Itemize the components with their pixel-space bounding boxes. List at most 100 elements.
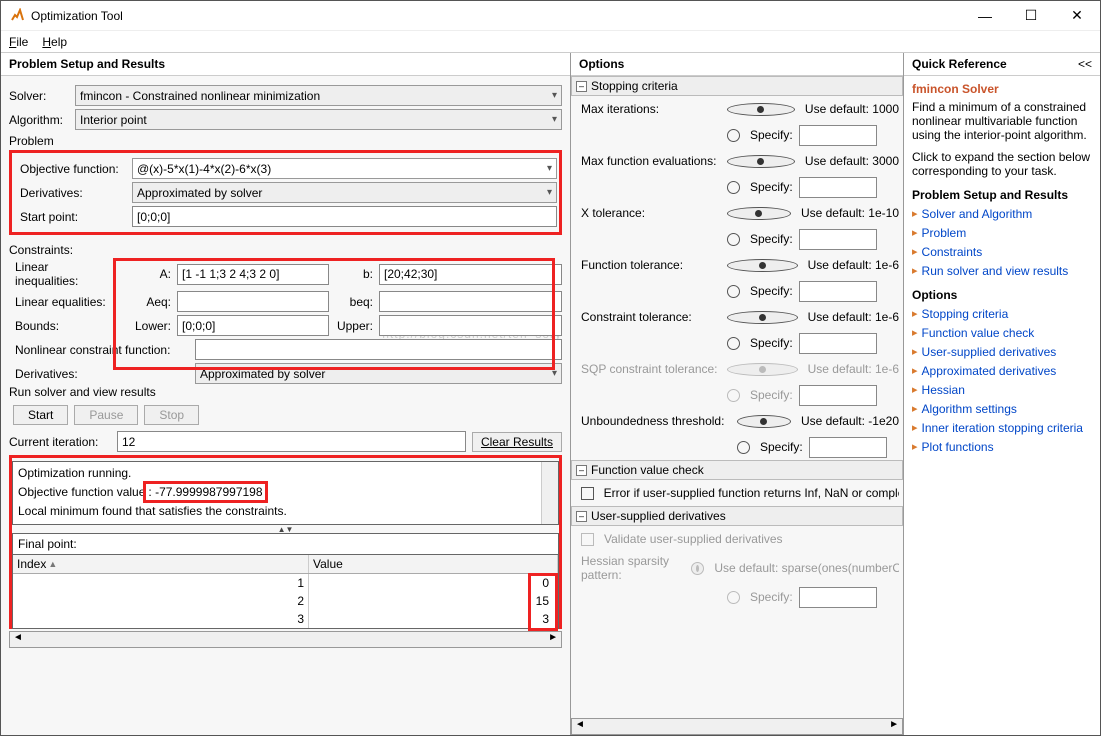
highlight-objective-value: : -77.9999987997198	[143, 481, 267, 503]
qr-expand-hint: Click to expand the section below corres…	[912, 150, 1092, 178]
xtol-specify-radio[interactable]	[727, 233, 740, 246]
qr-link[interactable]: User-supplied derivatives	[912, 345, 1092, 359]
lineq-label: Linear equalities:	[9, 295, 109, 309]
nlcon-label: Nonlinear constraint function:	[9, 343, 189, 357]
ctol-default-radio[interactable]	[727, 311, 798, 324]
log-line: Local minimum found that satisfies the c…	[18, 503, 553, 519]
algorithm-label: Algorithm:	[9, 113, 69, 127]
ftol-specify-radio[interactable]	[727, 285, 740, 298]
startpoint-input[interactable]	[132, 206, 557, 227]
ftol-default-radio[interactable]	[727, 259, 798, 272]
th-index[interactable]: Index▲	[13, 555, 309, 573]
usd-checkbox	[581, 533, 594, 546]
menu-bar: File Help	[1, 31, 1100, 53]
collapse-button[interactable]: <<	[1078, 57, 1092, 71]
options-panel: Options –Stopping criteria Max iteration…	[571, 53, 904, 735]
fvc-checkbox[interactable]	[581, 487, 594, 500]
qr-h2: Options	[912, 288, 1092, 302]
qr-link[interactable]: Stopping criteria	[912, 307, 1092, 321]
title-bar: Optimization Tool — ☐ ✕	[1, 1, 1100, 31]
menu-file[interactable]: File	[9, 35, 28, 49]
beq-label: beq:	[335, 295, 373, 309]
options-header: Options	[571, 53, 903, 76]
xtol-label: X tolerance:	[581, 206, 721, 220]
qr-link[interactable]: Constraints	[912, 245, 1092, 259]
upper-input[interactable]	[379, 315, 562, 336]
maxfun-specify-radio[interactable]	[727, 181, 740, 194]
options-scrollbar-h[interactable]	[571, 718, 903, 735]
qr-link[interactable]: Approximated derivatives	[912, 364, 1092, 378]
clear-results-button[interactable]: Clear Results	[472, 432, 562, 452]
maxfun-label: Max function evaluations:	[581, 154, 721, 168]
derivatives-label: Derivatives:	[14, 186, 126, 200]
section-fvc[interactable]: –Function value check	[571, 460, 903, 480]
unb-specify-input[interactable]	[809, 437, 887, 458]
maxiter-label: Max iterations:	[581, 102, 721, 116]
qr-link[interactable]: Plot functions	[912, 440, 1092, 454]
hess-specify-radio	[727, 591, 740, 604]
maxiter-specify-input[interactable]	[799, 125, 877, 146]
minimize-button[interactable]: —	[962, 1, 1008, 31]
close-button[interactable]: ✕	[1054, 1, 1100, 31]
qr-h1: Problem Setup and Results	[912, 188, 1092, 202]
run-section-label: Run solver and view results	[9, 385, 562, 399]
unb-specify-radio[interactable]	[737, 441, 750, 454]
xtol-specify-input[interactable]	[799, 229, 877, 250]
qr-link[interactable]: Inner iteration stopping criteria	[912, 421, 1092, 435]
section-stopping[interactable]: –Stopping criteria	[571, 76, 903, 96]
qr-link[interactable]: Hessian	[912, 383, 1092, 397]
ctol-specify-input[interactable]	[799, 333, 877, 354]
splitter-handle[interactable]: ▲▼	[12, 525, 559, 533]
unb-default-radio[interactable]	[737, 415, 791, 428]
lower-input[interactable]	[177, 315, 329, 336]
log-line: Objective function value: -77.9999987997…	[18, 481, 553, 503]
derivatives-select[interactable]: Approximated by solver	[132, 182, 557, 203]
solver-log: Optimization running. Objective function…	[12, 461, 559, 525]
solver-select[interactable]: fmincon - Constrained nonlinear minimiza…	[75, 85, 562, 106]
stop-button[interactable]: Stop	[144, 405, 199, 425]
th-value[interactable]: Value	[309, 555, 558, 573]
derivatives2-label: Derivatives:	[9, 367, 189, 381]
highlight-problem: Objective function: @(x)-5*x(1)-4*x(2)-6…	[9, 150, 562, 235]
highlight-values	[528, 573, 558, 631]
log-scrollbar[interactable]	[541, 462, 558, 524]
table-row: 33	[13, 610, 558, 628]
menu-help[interactable]: Help	[42, 35, 67, 49]
b-input[interactable]	[379, 264, 562, 285]
A-input[interactable]	[177, 264, 329, 285]
sqp-specify-radio	[727, 389, 740, 402]
qr-link[interactable]: Run solver and view results	[912, 264, 1092, 278]
Aeq-input[interactable]	[177, 291, 329, 312]
derivatives2-select[interactable]: Approximated by solver	[195, 363, 562, 384]
objective-input[interactable]: @(x)-5*x(1)-4*x(2)-6*x(3)	[132, 158, 557, 179]
maxfun-specify-input[interactable]	[799, 177, 877, 198]
ftol-specify-input[interactable]	[799, 281, 877, 302]
qr-link[interactable]: Function value check	[912, 326, 1092, 340]
sqp-default-radio	[727, 363, 798, 376]
ftol-label: Function tolerance:	[581, 258, 721, 272]
maxiter-specify-radio[interactable]	[727, 129, 740, 142]
qr-link[interactable]: Solver and Algorithm	[912, 207, 1092, 221]
algorithm-select[interactable]: Interior point	[75, 109, 562, 130]
qr-link[interactable]: Problem	[912, 226, 1092, 240]
problem-panel: Problem Setup and Results Solver: fminco…	[1, 53, 571, 735]
maxiter-default-radio[interactable]	[727, 103, 795, 116]
matlab-logo-icon	[9, 8, 25, 24]
upper-label: Upper:	[335, 319, 373, 333]
section-usd[interactable]: –User-supplied derivatives	[571, 506, 903, 526]
maxfun-default-radio[interactable]	[727, 155, 795, 168]
problem-panel-header: Problem Setup and Results	[1, 53, 570, 76]
xtol-default-radio[interactable]	[727, 207, 791, 220]
window-title: Optimization Tool	[31, 9, 962, 23]
nlcon-input[interactable]	[195, 339, 562, 360]
pause-button[interactable]: Pause	[74, 405, 138, 425]
beq-input[interactable]	[379, 291, 562, 312]
table-scrollbar[interactable]	[9, 631, 562, 648]
ctol-specify-radio[interactable]	[727, 337, 740, 350]
qr-link[interactable]: Algorithm settings	[912, 402, 1092, 416]
maximize-button[interactable]: ☐	[1008, 1, 1054, 31]
quickref-panel: Quick Reference<< fmincon Solver Find a …	[904, 53, 1100, 735]
start-button[interactable]: Start	[13, 405, 68, 425]
hess-label: Hessian sparsity pattern:	[581, 554, 685, 582]
problem-group-label: Problem	[9, 134, 562, 148]
